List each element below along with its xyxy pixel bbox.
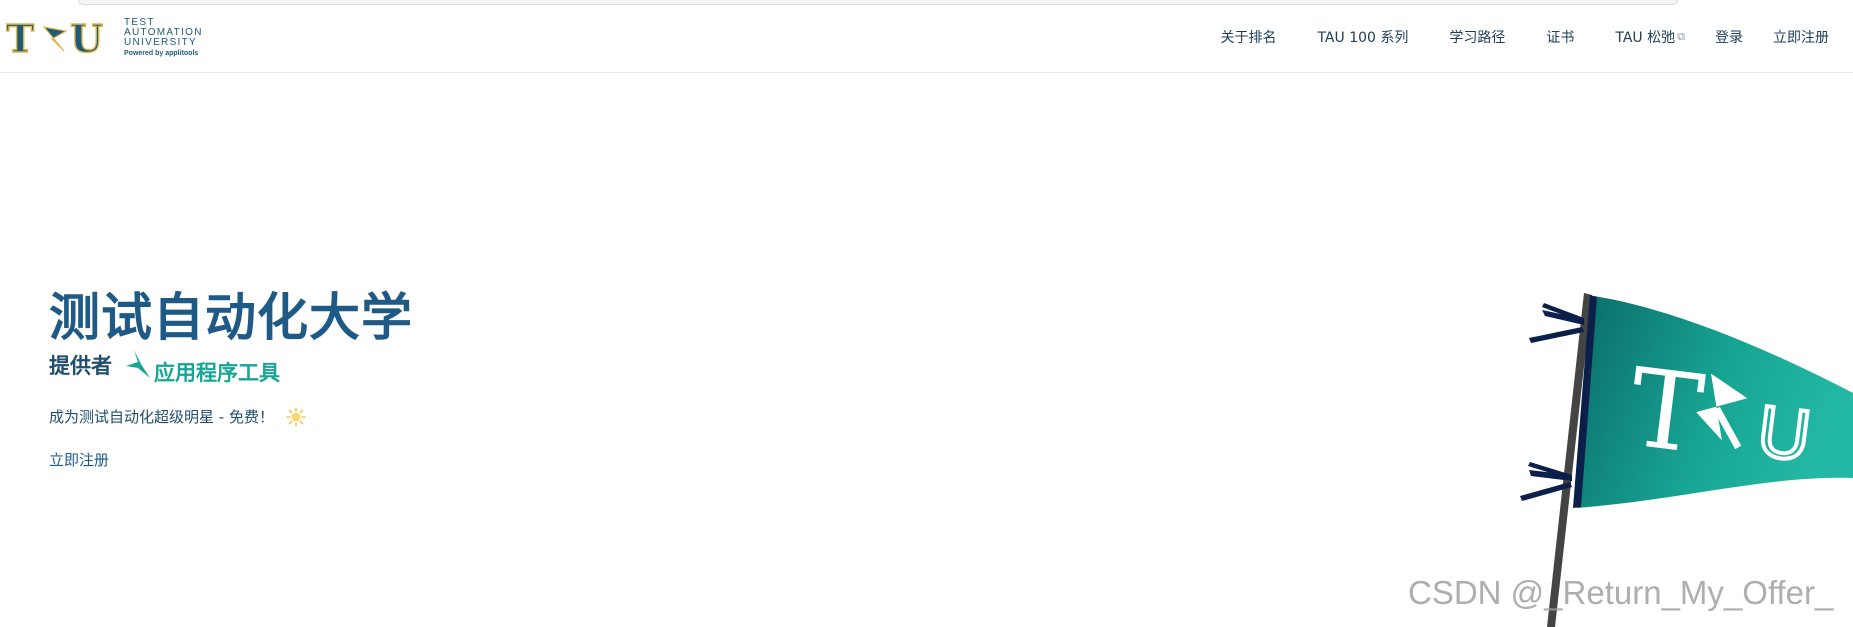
nav-certificates[interactable]: 证书 [1546,27,1574,47]
nav-label: 关于排名 [1220,29,1277,46]
tau-logo-mark: T U [6,19,104,59]
flag-letter-t: T [1623,345,1710,478]
sun-icon [286,406,306,427]
applitools-star-icon [126,350,150,378]
nav-label: TAU 松弛 [1615,29,1676,46]
tau-logo[interactable]: T U TEST AUTOMATION UNIVERSITY Powered b… [6,18,203,59]
flag-letter-u: U [1753,391,1814,477]
nav-signup[interactable]: 立即注册 [1773,27,1829,47]
logo-powered-by: Powered by applitools [124,50,199,57]
logo-line-university: UNIVERSITY [124,37,198,48]
nav-label: 登录 [1715,29,1743,46]
nav-label: 证书 [1546,29,1575,46]
svg-text:U: U [70,19,103,59]
brand-name: 应用程序工具 [154,361,280,385]
nav-tau-100-series[interactable]: TAU 100 系列 [1317,27,1408,47]
svg-text:T: T [6,19,34,59]
provided-by: 提供者 应用程序工具 [49,343,280,387]
site-header: T U TEST AUTOMATION UNIVERSITY Powered b… [0,0,1853,73]
nav-learning-paths[interactable]: 学习路径 [1449,27,1505,47]
external-link-icon: ⧉ [1677,29,1685,43]
csdn-watermark: CSDN @_Return_My_Offer_ [1408,574,1834,611]
byline-label: 提供者 [49,354,112,378]
hero-signup-link[interactable]: 立即注册 [49,449,109,470]
nav-label: 学习路径 [1449,29,1506,46]
main-nav: 关于排名 TAU 100 系列 学习路径 证书 TAU 松弛 ⧉ 登录 立即注册 [1179,0,1829,73]
nav-about-rankings[interactable]: 关于排名 [1220,27,1276,47]
nav-label: TAU 100 系列 [1317,29,1409,46]
nav-tau-slack[interactable]: TAU 松弛 ⧉ [1615,27,1685,47]
hero-tagline: 成为测试自动化超级明星 - 免费！ [49,406,306,427]
tau-logo-text: TEST AUTOMATION UNIVERSITY Powered by ap… [124,18,203,59]
nav-login[interactable]: 登录 [1715,27,1743,47]
tagline-text: 成为测试自动化超级明星 - 免费！ [49,408,274,426]
nav-label: 立即注册 [1773,29,1829,46]
hero-title: 测试自动化大学 [49,289,414,348]
